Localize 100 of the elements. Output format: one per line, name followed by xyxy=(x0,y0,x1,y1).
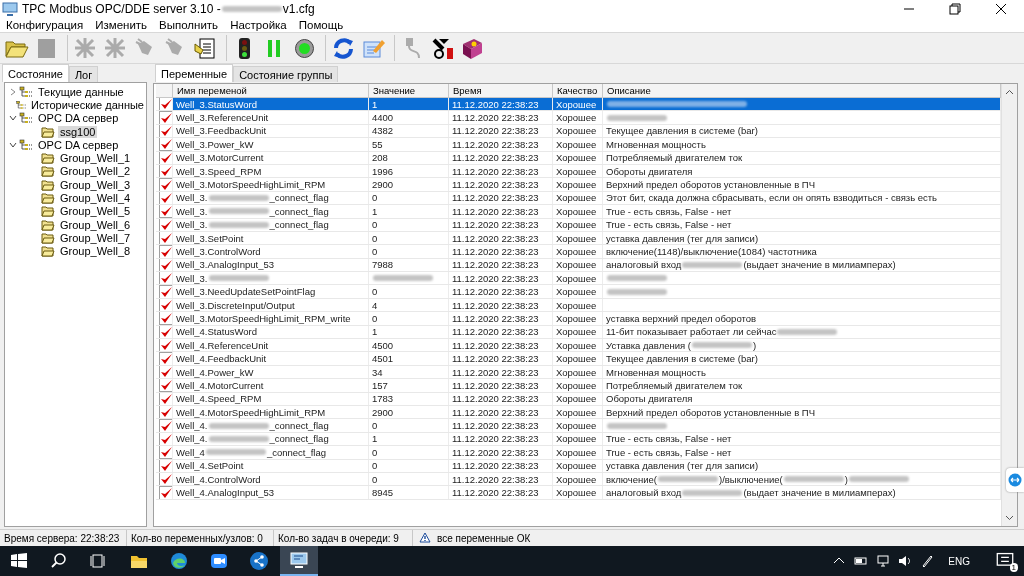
language-indicator[interactable]: ENG xyxy=(948,555,970,567)
table-cell: Хорошее xyxy=(553,218,603,231)
table-cell: Хорошее xyxy=(553,285,603,298)
table-cell: 11.12.2020 22:38:23 xyxy=(449,365,553,379)
tab[interactable]: Состояние группы xyxy=(233,66,339,82)
table-cell: 11.12.2020 22:38:23 xyxy=(449,111,553,124)
tree-item[interactable]: Текущие данные xyxy=(36,85,126,98)
table-cell: Well_4.MotorCurrent xyxy=(173,379,369,392)
notification-icon[interactable] xyxy=(996,551,1014,569)
folder-icon xyxy=(41,218,55,231)
table-cell: 4501 xyxy=(369,352,449,365)
table-cell: Well_3.MotorSpeedHighLimit_RPM_write xyxy=(173,312,369,325)
table-cell: 11.12.2020 22:38:23 xyxy=(449,406,553,419)
table-cell: Хорошее xyxy=(553,205,603,218)
table-cell: 2900 xyxy=(369,178,449,191)
pen-icon[interactable] xyxy=(920,554,935,568)
hierarchy-icon xyxy=(19,85,33,98)
checkbox[interactable] xyxy=(159,339,172,352)
menu-item[interactable]: Выполнить xyxy=(153,17,225,32)
network-icon[interactable] xyxy=(876,554,891,568)
menu-item[interactable]: Настройка xyxy=(224,17,293,32)
table-cell: 11.12.2020 22:38:23 xyxy=(449,245,553,258)
table-cell: Well_3.NeedUpdateSetPointFlag xyxy=(173,285,369,298)
menu-item[interactable]: Помощь xyxy=(292,17,350,32)
checkbox[interactable] xyxy=(159,486,172,499)
tree-item[interactable]: ssg100 xyxy=(58,125,98,138)
table-cell: Well_3.AnalogInput_53 xyxy=(173,258,369,272)
table-cell: 11.12.2020 22:38:23 xyxy=(449,312,553,325)
checkbox[interactable] xyxy=(159,446,172,459)
volume-icon[interactable] xyxy=(898,554,913,568)
checkbox[interactable] xyxy=(159,205,172,218)
tree-item[interactable]: Group_Well_5 xyxy=(58,205,133,218)
blurred-text xyxy=(208,221,269,228)
menu-item[interactable]: Конфигурация xyxy=(0,17,90,32)
app-icon xyxy=(2,1,18,16)
checkbox[interactable] xyxy=(159,98,172,111)
table-cell: 11.12.2020 22:38:23 xyxy=(449,164,553,178)
cell-text: _connect_flag xyxy=(266,446,327,458)
table-cell: 1 xyxy=(369,205,449,218)
checkbox[interactable] xyxy=(159,111,172,124)
table-cell: 8945 xyxy=(369,486,449,499)
checkbox[interactable] xyxy=(159,379,172,392)
table-cell: Хорошее xyxy=(553,124,603,138)
tree-item[interactable]: OPC DA сервер xyxy=(36,112,121,125)
column-header[interactable]: Имя переменой xyxy=(173,84,369,97)
table-cell: Well_3.StatusWord xyxy=(173,98,369,111)
table-cell: Хорошее xyxy=(553,258,603,272)
tree-item[interactable]: Group_Well_2 xyxy=(58,165,133,178)
cell-text: (выдает значение в милиамперах) xyxy=(743,259,896,271)
tree-item[interactable]: Group_Well_1 xyxy=(58,152,133,165)
tree-item[interactable]: Group_Well_4 xyxy=(58,192,133,204)
column-header[interactable]: Время xyxy=(449,84,553,97)
column-header[interactable]: Качество xyxy=(553,84,603,97)
status-text: все переменные ОК xyxy=(437,532,531,544)
scroll-up-icon[interactable] xyxy=(1005,88,1014,97)
table-cell: Well_3.MotorSpeedHighLimit_RPM xyxy=(173,178,369,191)
hierarchy-icon xyxy=(19,138,33,151)
monitor-icon[interactable] xyxy=(280,546,318,576)
cell-text: Well_3. xyxy=(176,219,208,231)
table-cell: 11.12.2020 22:38:23 xyxy=(449,178,553,191)
checkbox[interactable] xyxy=(159,312,172,325)
blurred-text xyxy=(208,422,269,429)
table-cell: 11.12.2020 22:38:23 xyxy=(449,472,553,486)
table-cell: 11.12.2020 22:38:23 xyxy=(449,446,553,459)
table-cell: 4382 xyxy=(369,124,449,138)
table-cell: Well_3.DiscreteInput/Output xyxy=(173,298,369,312)
column-header[interactable]: Значение xyxy=(369,84,449,97)
tree-item[interactable]: Group_Well_6 xyxy=(58,218,133,231)
table-cell: Хорошее xyxy=(553,379,603,392)
tree-item[interactable]: Исторические данные xyxy=(29,98,146,111)
tab[interactable]: Лог xyxy=(68,66,99,82)
tree-item[interactable]: Group_Well_3 xyxy=(58,178,133,191)
checkbox[interactable] xyxy=(159,352,172,365)
table-cell: 1783 xyxy=(369,392,449,405)
blurred-text xyxy=(205,449,266,456)
checkbox[interactable] xyxy=(159,245,172,258)
tab[interactable]: Состояние xyxy=(2,64,69,82)
table-cell: Хорошее xyxy=(553,392,603,405)
checkbox[interactable] xyxy=(159,285,172,298)
battery-icon[interactable] xyxy=(854,554,869,568)
cell-text: _connect_flag xyxy=(269,192,329,204)
table-cell: 11.12.2020 22:38:23 xyxy=(449,272,553,285)
cell-text: Well_3. xyxy=(176,205,208,217)
table-cell: Хорошее xyxy=(553,312,603,325)
table-cell: 1 xyxy=(369,325,449,339)
checkbox[interactable] xyxy=(159,138,172,151)
tree-item[interactable]: Group_Well_7 xyxy=(58,231,133,244)
tree-item[interactable]: Group_Well_8 xyxy=(58,245,133,258)
table-cell: 11.12.2020 22:38:23 xyxy=(449,325,553,339)
checkbox[interactable] xyxy=(159,419,172,432)
checkbox[interactable] xyxy=(159,178,172,191)
table-cell: Хорошее xyxy=(553,365,603,379)
scroll-down-icon[interactable] xyxy=(1005,513,1014,522)
expand-chevron-icon[interactable] xyxy=(8,86,18,97)
checkbox[interactable] xyxy=(159,272,172,285)
menu-item[interactable]: Изменить xyxy=(89,17,154,32)
table-cell: 4500 xyxy=(369,339,449,352)
tab[interactable]: Переменные xyxy=(155,64,234,82)
tree-item[interactable]: OPC DA сервер xyxy=(36,138,121,151)
remote-tab-icon[interactable] xyxy=(1006,468,1024,492)
